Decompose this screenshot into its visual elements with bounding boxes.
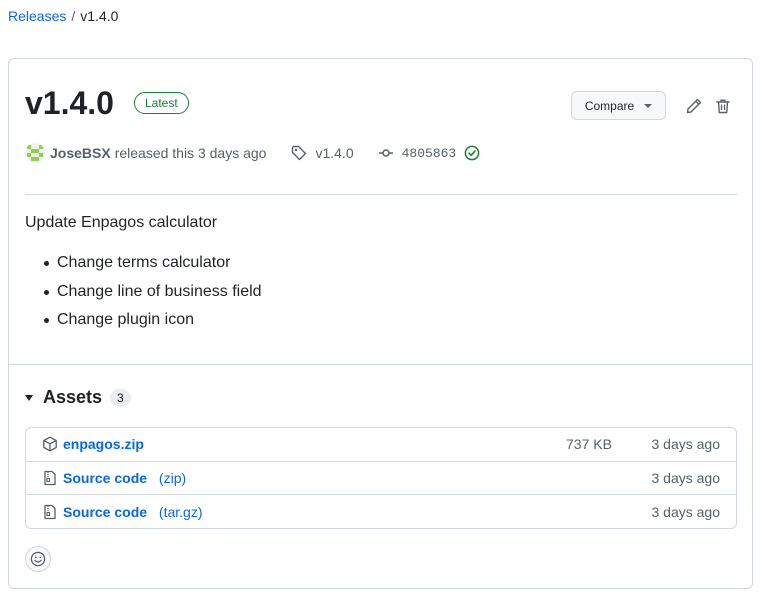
breadcrumb-separator: / [71,8,76,24]
release-card: v1.4.0 Latest Compare JoseBSX released t… [8,58,753,589]
pencil-icon [686,98,702,114]
source-code-targz-link[interactable]: Source code (tar.gz) [63,504,203,520]
divider [9,364,752,365]
edit-button[interactable] [685,97,703,115]
chevron-down-icon [644,103,653,108]
asset-format: (zip) [158,469,187,486]
released-text: released this 3 days ago [114,145,267,161]
asset-time: 3 days ago [651,503,721,520]
latest-badge: Latest [133,92,189,114]
file-zip-icon [42,470,58,486]
notes-heading: Update Enpagos calculator [25,214,218,231]
breadcrumb-releases-link[interactable]: Releases [8,8,66,24]
check-circle-icon[interactable] [464,145,480,161]
assets-list: enpagos.zip 737 KB 3 days ago Source cod… [25,427,737,529]
author-link[interactable]: JoseBSX [50,145,111,161]
git-commit-icon [378,149,393,157]
file-zip-icon [42,504,58,520]
divider [25,194,737,195]
release-meta: JoseBSX released this 3 days ago v1.4.0 … [25,143,480,163]
list-item: Change plugin icon [43,310,262,330]
assets-toggle[interactable]: Assets 3 [25,387,131,408]
package-icon [42,436,58,452]
commit-sha: 4805863 [401,145,457,161]
release-notes: Update Enpagos calculator Change terms c… [25,213,262,339]
trash-icon [716,99,730,114]
asset-row: Source code (tar.gz) 3 days ago [26,495,736,529]
assets-count-badge: 3 [110,388,131,407]
asset-row: Source code (zip) 3 days ago [26,462,736,495]
release-header: v1.4.0 Latest [25,85,189,121]
identicon-icon [25,143,45,163]
release-title[interactable]: v1.4.0 [25,85,114,121]
delete-button[interactable] [714,97,732,115]
breadcrumb-current: v1.4.0 [80,8,119,24]
notes-list: Change terms calculator Change line of b… [43,253,262,330]
tag-link[interactable]: v1.4.0 [291,145,354,161]
asset-time: 3 days ago [651,436,721,453]
commit-link[interactable]: 4805863 [378,145,481,161]
asset-time: 3 days ago [651,469,721,486]
asset-label: Source code [63,503,148,520]
asset-format: (tar.gz) [158,503,203,520]
asset-link[interactable]: enpagos.zip [63,436,144,452]
tag-icon [292,145,307,161]
asset-label: Source code [63,469,148,486]
compare-button-label: Compare [584,98,635,113]
avatar[interactable] [25,143,45,163]
tag-label: v1.4.0 [315,145,354,161]
compare-button[interactable]: Compare [571,91,666,120]
assets-title: Assets [43,387,103,407]
list-item: Change line of business field [43,282,262,302]
smiley-icon [30,551,46,567]
asset-size: 737 KB [566,436,612,453]
source-code-zip-link[interactable]: Source code (zip) [63,470,186,486]
triangle-down-icon [25,394,33,401]
breadcrumb: Releases / v1.4.0 [8,8,118,24]
asset-row: enpagos.zip 737 KB 3 days ago [26,428,736,462]
list-item: Change terms calculator [43,253,262,273]
add-reaction-button[interactable] [25,546,51,572]
